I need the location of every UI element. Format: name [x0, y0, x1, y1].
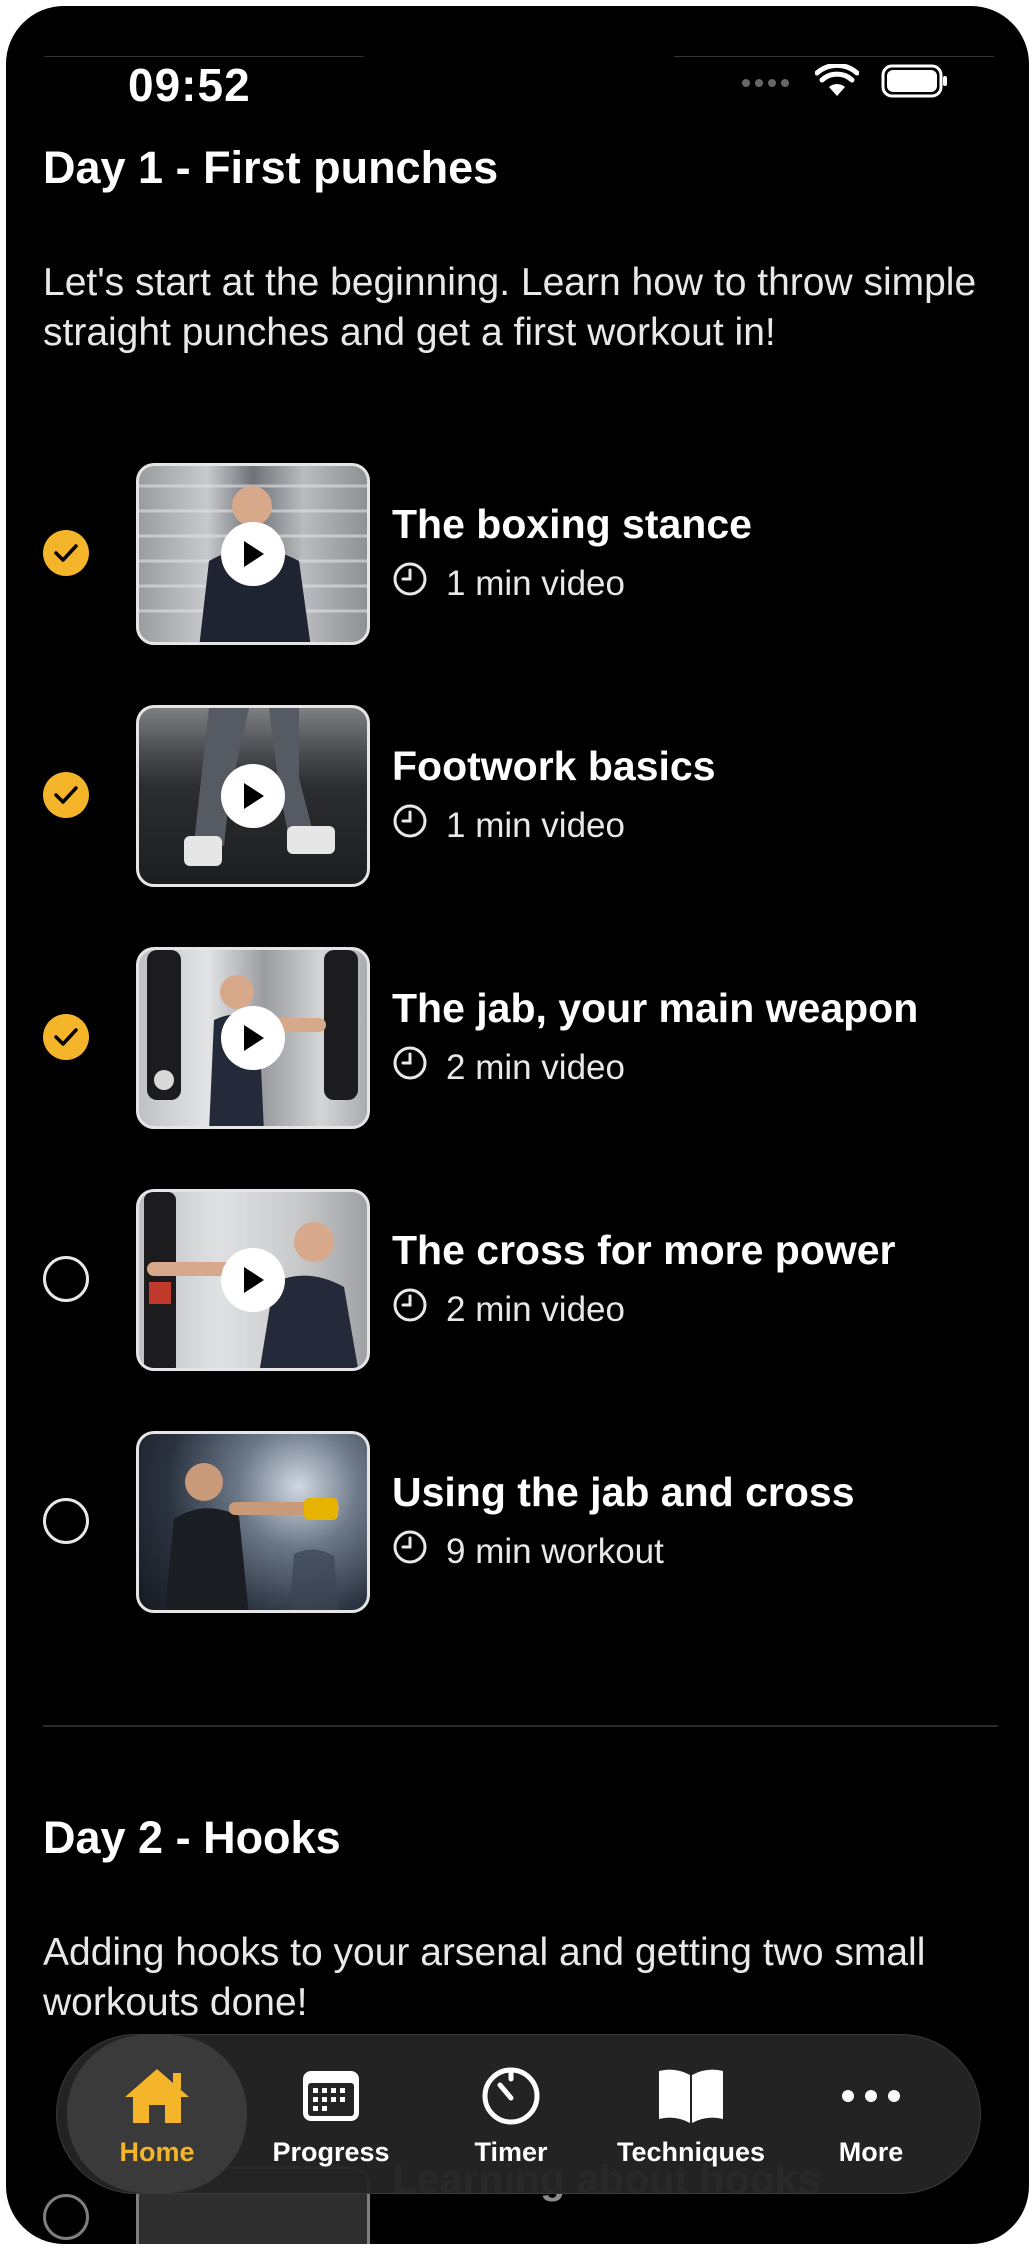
- lesson-duration: 1 min video: [392, 803, 625, 848]
- completed-check-icon[interactable]: [43, 772, 89, 818]
- section-divider: [43, 1725, 998, 1727]
- lesson-meta-text: 2 min video: [446, 1289, 625, 1329]
- lesson-duration: 2 min video: [392, 1287, 625, 1332]
- lesson-title: The jab, your main weapon: [392, 985, 919, 1031]
- house-icon: [121, 2061, 193, 2131]
- incomplete-circle-icon[interactable]: [43, 1498, 89, 1544]
- clock-icon: [392, 1287, 428, 1332]
- lesson-title: The boxing stance: [392, 501, 752, 547]
- day1-description: Let's start at the beginning. Learn how …: [43, 261, 977, 354]
- calendar-icon: [301, 2061, 361, 2131]
- lesson-item[interactable]: Footwork basics 1 min video: [6, 705, 1029, 890]
- video-thumbnail[interactable]: [136, 463, 370, 645]
- lesson-meta-text: 2 min video: [446, 1047, 625, 1087]
- lesson-item[interactable]: The jab, your main weapon 2 min video: [6, 947, 1029, 1132]
- lesson-item[interactable]: The boxing stance 1 min video: [6, 463, 1029, 648]
- clock-icon: [392, 1529, 428, 1574]
- lesson-duration: 2 min video: [392, 1045, 625, 1090]
- lesson-title: The cross for more power: [392, 1227, 896, 1273]
- incomplete-circle-icon[interactable]: [43, 1256, 89, 1302]
- status-time: 09:52: [128, 59, 251, 111]
- tab-label: More: [838, 2136, 904, 2167]
- book-icon: [655, 2061, 727, 2131]
- lesson-item[interactable]: The cross for more power 2 min video: [6, 1189, 1029, 1374]
- video-thumbnail[interactable]: [136, 1189, 370, 1371]
- play-icon[interactable]: [221, 1006, 285, 1070]
- tab-progress[interactable]: Progress: [241, 2035, 421, 2193]
- lesson-item[interactable]: Using the jab and cross 9 min workout: [6, 1431, 1029, 1616]
- tab-label: Progress: [272, 2136, 390, 2167]
- more-dots-icon: [841, 2061, 901, 2131]
- clock-icon: [392, 803, 428, 848]
- clock-icon: [392, 1045, 428, 1090]
- status-bar: 09:52: [6, 6, 1029, 116]
- day2-title: Day 2 - Hooks: [43, 1812, 341, 1863]
- day2-description: Adding hooks to your arsenal and getting…: [43, 1931, 926, 2024]
- tab-timer[interactable]: Timer: [421, 2035, 601, 2193]
- lesson-duration: 1 min video: [392, 561, 625, 606]
- tab-label: Home: [119, 2136, 195, 2167]
- video-thumbnail[interactable]: [136, 947, 370, 1129]
- clock-icon: [392, 561, 428, 606]
- tab-label: Timer: [474, 2136, 548, 2167]
- battery-icon: [881, 64, 949, 103]
- timer-icon: [480, 2061, 542, 2131]
- play-icon[interactable]: [221, 522, 285, 586]
- day1-title: Day 1 - First punches: [43, 142, 499, 193]
- video-thumbnail[interactable]: [136, 705, 370, 887]
- tab-label: Techniques: [616, 2136, 766, 2167]
- lesson-title: Footwork basics: [392, 743, 716, 789]
- lesson-title: Using the jab and cross: [392, 1469, 855, 1515]
- wifi-icon: [814, 62, 860, 103]
- completed-check-icon[interactable]: [43, 1014, 89, 1060]
- play-icon[interactable]: [221, 1248, 285, 1312]
- tab-bar: Home Progress Timer Techniques More: [56, 2034, 981, 2194]
- status-icons: [741, 62, 949, 103]
- tab-home[interactable]: Home: [67, 2035, 247, 2193]
- lesson-meta-text: 1 min video: [446, 563, 625, 603]
- status-divider: [44, 56, 364, 57]
- incomplete-circle-icon[interactable]: [43, 2194, 89, 2240]
- signal-dots-icon: [741, 75, 793, 93]
- lesson-meta-text: 1 min video: [446, 805, 625, 845]
- status-divider: [674, 56, 994, 57]
- lesson-duration: 9 min workout: [392, 1529, 664, 1574]
- workout-thumbnail[interactable]: [136, 1431, 370, 1613]
- app-screen: 09:52 Day 1 - First punches Let's start …: [6, 6, 1029, 2244]
- lesson-meta-text: 9 min workout: [446, 1531, 664, 1571]
- play-icon[interactable]: [221, 764, 285, 828]
- completed-check-icon[interactable]: [43, 530, 89, 576]
- tab-techniques[interactable]: Techniques: [601, 2035, 781, 2193]
- tab-more[interactable]: More: [781, 2035, 961, 2193]
